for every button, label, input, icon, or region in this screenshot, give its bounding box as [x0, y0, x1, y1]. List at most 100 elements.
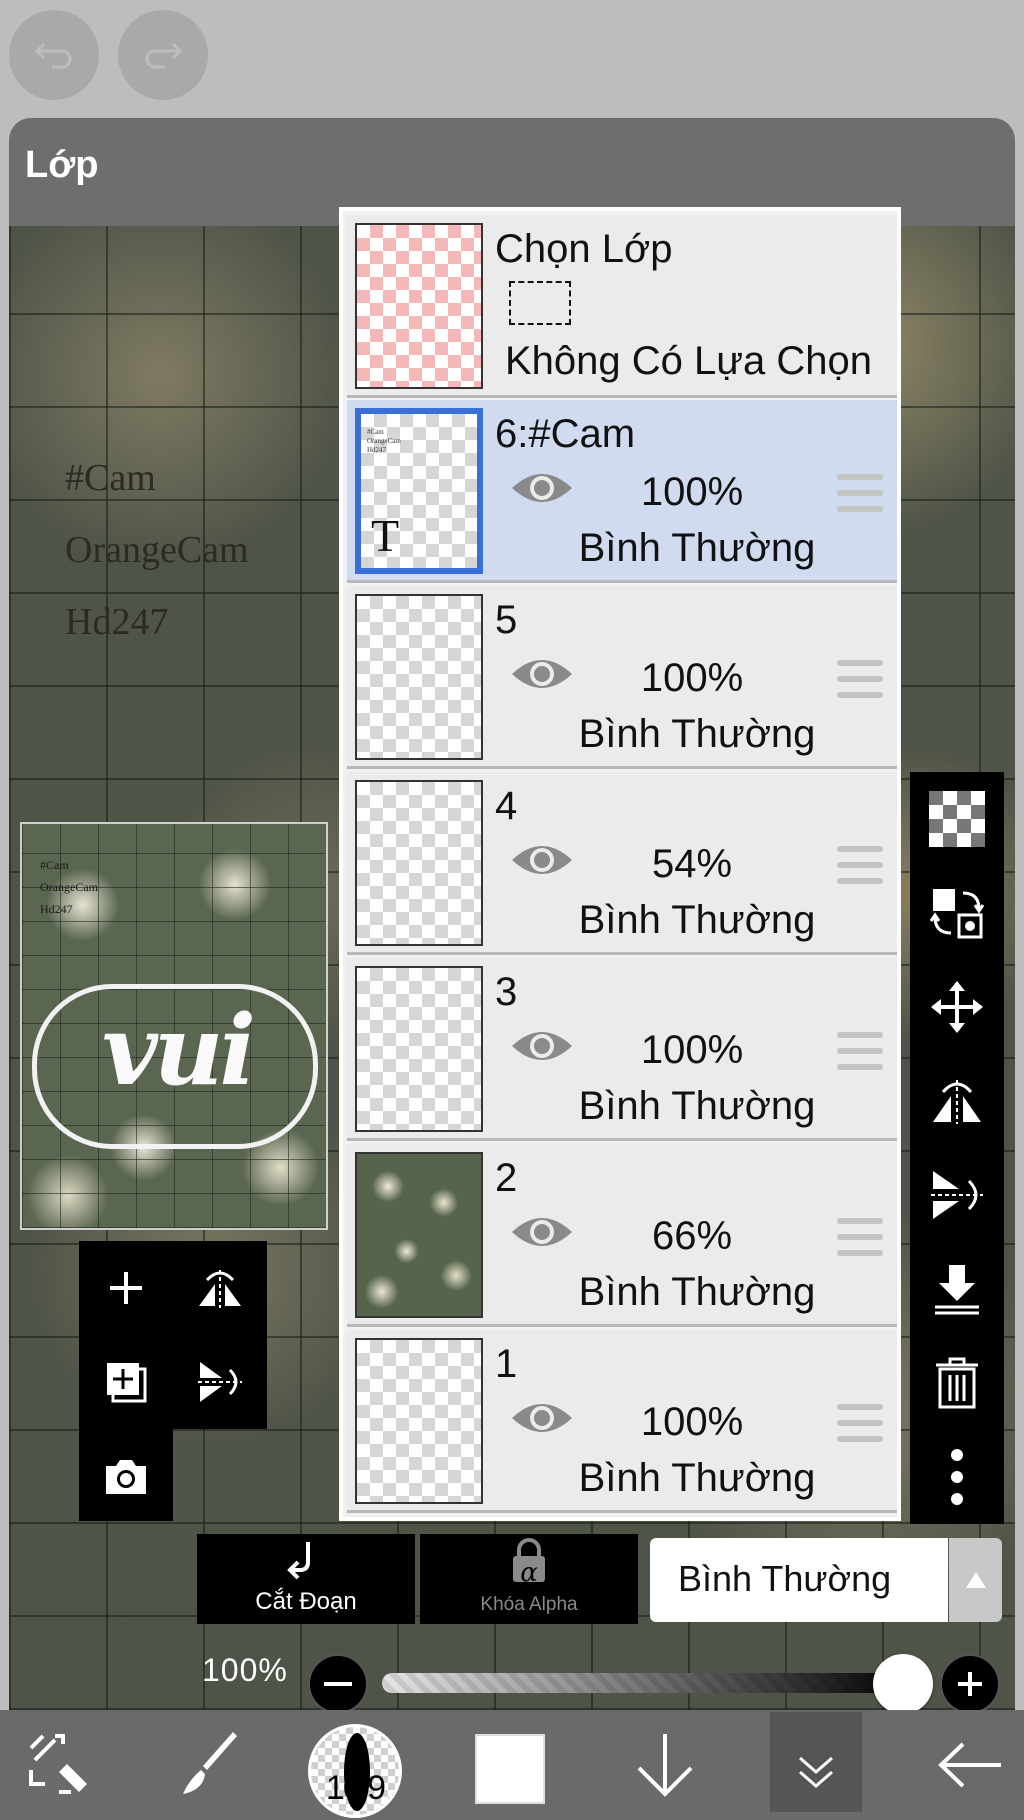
layer-blend-mode: Bình Thường [578, 1456, 816, 1500]
canvas-text-line: Hd247 [65, 601, 169, 643]
flip-horizontal-button[interactable] [173, 1241, 267, 1335]
brush-size-button[interactable]: 10.9 [308, 1724, 402, 1818]
download-button[interactable] [615, 1710, 715, 1820]
flip-vertical-button[interactable] [910, 1148, 1004, 1242]
drag-handle-icon[interactable] [837, 660, 883, 698]
layer-name: 2 [495, 1156, 518, 1200]
bottom-toolbar: 10.9 [0, 1710, 1024, 1820]
opacity-increase-button[interactable] [940, 1654, 1000, 1714]
layer-blend-mode: Bình Thường [578, 1084, 816, 1128]
layers-button[interactable] [770, 1712, 862, 1812]
selection-layer-row[interactable]: Chọn Lớp Không Có Lựa Chọn [347, 215, 897, 398]
duplicate-layer-icon [107, 1363, 147, 1403]
transparency-icon [929, 791, 985, 847]
eye-icon[interactable] [510, 654, 574, 694]
drag-handle-icon[interactable] [837, 1218, 883, 1256]
top-bar [0, 0, 1024, 118]
layer-controls: Cắt Đoạn α Khóa Alpha Bình Thường 100% [0, 1530, 1024, 1714]
layer-opacity: 100% [640, 1400, 744, 1444]
brush-button[interactable] [160, 1710, 260, 1820]
camera-icon [106, 1460, 146, 1494]
add-layer-icon [110, 1272, 142, 1304]
layer-blend-mode: Bình Thường [578, 526, 816, 570]
layer-row[interactable]: 3 100% Bình Thường [347, 958, 897, 1141]
layer-list[interactable]: Chọn Lớp Không Có Lựa Chọn #Cam OrangeCa… [339, 207, 901, 1521]
brush-size-value: 10.9 [325, 1769, 386, 1807]
selection-layer-thumbnail [355, 223, 483, 389]
layer-opacity: 100% [640, 1028, 744, 1072]
flip-horizontal-icon [933, 1080, 981, 1124]
back-button[interactable] [920, 1710, 1020, 1820]
layer-thumbnail [355, 594, 483, 760]
redo-button[interactable] [118, 10, 208, 100]
opacity-slider[interactable] [382, 1673, 910, 1693]
selection-layer-label: Chọn Lớp [495, 227, 673, 271]
layer-name: 6:#Cam [495, 412, 636, 456]
layer-opacity: 100% [640, 656, 744, 700]
canvas-text-line: #Cam [65, 457, 156, 499]
delete-layer-button[interactable] [910, 1336, 1004, 1430]
eye-icon[interactable] [510, 1398, 574, 1438]
flip-horizontal-button[interactable] [910, 1054, 1004, 1148]
selection-status: Không Có Lựa Chọn [505, 339, 873, 383]
layer-opacity: 66% [651, 1214, 733, 1258]
transform-icon [29, 1734, 87, 1794]
eye-icon[interactable] [510, 840, 574, 880]
flip-horizontal-icon [199, 1270, 241, 1308]
transparency-button[interactable] [910, 772, 1004, 866]
layer-blend-mode: Bình Thường [578, 1270, 816, 1314]
redo-icon [145, 42, 183, 69]
opacity-value: 100% [202, 1652, 288, 1688]
preview-text-line: #Cam [40, 858, 69, 872]
drag-handle-icon[interactable] [837, 474, 883, 512]
selection-marquee-icon [509, 281, 571, 325]
swap-layers-icon [929, 889, 985, 939]
opacity-slider-handle[interactable] [873, 1654, 933, 1714]
more-button[interactable] [910, 1430, 1004, 1524]
layer-thumbnail [355, 1152, 483, 1318]
layer-row[interactable]: 1 100% Bình Thường [347, 1330, 897, 1513]
drag-handle-icon[interactable] [837, 1404, 883, 1442]
alpha-lock-button[interactable]: α Khóa Alpha [420, 1534, 638, 1624]
back-icon [938, 1742, 1001, 1788]
flip-vertical-icon [931, 1171, 983, 1219]
canvas-text-line: OrangeCam [65, 529, 249, 571]
drag-handle-icon[interactable] [837, 1032, 883, 1070]
blend-mode-select[interactable]: Bình Thường [650, 1538, 948, 1622]
layer-thumbnail [355, 1338, 483, 1504]
opacity-decrease-button[interactable] [308, 1654, 368, 1714]
flip-vertical-button[interactable] [173, 1335, 267, 1429]
eye-icon[interactable] [510, 1212, 574, 1252]
preview-text-line: OrangeCam [40, 880, 98, 894]
transform-button[interactable] [10, 1710, 110, 1820]
layer-row[interactable]: 4 54% Bình Thường [347, 772, 897, 955]
alpha-lock-label: Khóa Alpha [480, 1594, 578, 1615]
undo-button[interactable] [9, 10, 99, 100]
right-tool-column [910, 772, 1004, 1524]
layer-row[interactable]: #Cam OrangeCam Hd247 T 6:#Cam 100% Bình … [347, 400, 897, 583]
canvas-preview[interactable]: #Cam OrangeCam Hd247 vui [20, 822, 328, 1230]
eye-icon[interactable] [510, 468, 574, 508]
plus-icon [958, 1672, 982, 1696]
camera-button[interactable] [79, 1429, 173, 1523]
layers-icon [799, 1756, 833, 1788]
swap-layers-button[interactable] [910, 866, 1004, 960]
layer-row[interactable]: 5 100% Bình Thường [347, 586, 897, 769]
blend-mode-dropdown-button[interactable] [949, 1538, 1002, 1622]
text-layer-icon: T [371, 510, 400, 561]
layer-name: 5 [495, 598, 518, 642]
move-button[interactable] [910, 960, 1004, 1054]
clipping-button[interactable]: Cắt Đoạn [197, 1534, 415, 1624]
eye-icon[interactable] [510, 1026, 574, 1066]
layer-thumbnail: #Cam OrangeCam Hd247 T [355, 408, 483, 574]
layer-name: 4 [495, 784, 518, 828]
add-layer-button[interactable] [79, 1241, 173, 1335]
layer-row[interactable]: 2 66% Bình Thường [347, 1144, 897, 1327]
more-icon [951, 1449, 963, 1505]
color-button[interactable] [475, 1734, 545, 1804]
merge-down-button[interactable] [910, 1242, 1004, 1336]
preview-word: vui [101, 994, 256, 1107]
drag-handle-icon[interactable] [837, 846, 883, 884]
duplicate-layer-button[interactable] [79, 1335, 173, 1429]
brush-icon [183, 1732, 237, 1794]
